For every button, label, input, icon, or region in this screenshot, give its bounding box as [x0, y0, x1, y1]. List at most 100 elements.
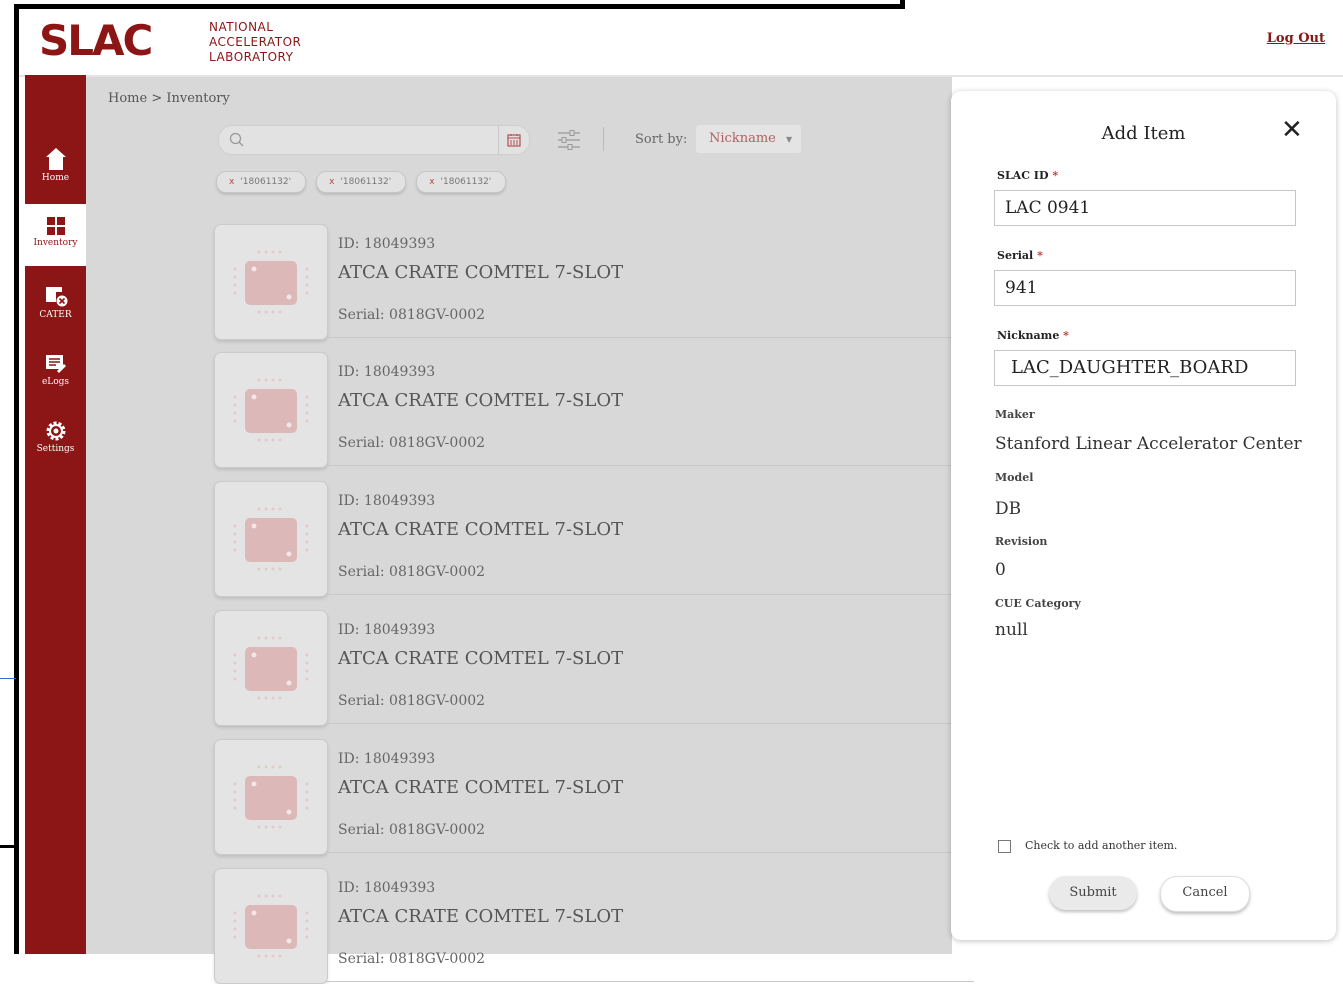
item-name: ATCA CRATE COMTEL 7-SLOT [338, 906, 624, 927]
chip-remove-icon[interactable]: x [429, 177, 434, 187]
chip-remove-icon[interactable]: x [229, 177, 234, 187]
cue-category-label: CUE Category [995, 597, 1081, 610]
logo-line-2: ACCELERATOR [209, 35, 302, 49]
slac-logo[interactable]: SLAC [39, 19, 153, 63]
slac-id-label-text: SLAC ID [997, 169, 1049, 182]
chip-placeholder-icon [233, 378, 309, 442]
inventory-card[interactable]: ID: 18049393 ATCA CRATE COMTEL 7-SLOT Seri… [214, 739, 974, 855]
sidebar-label-settings: Settings [36, 444, 75, 454]
revision-label: Revision [995, 535, 1048, 548]
frame-line-left [14, 4, 19, 954]
item-thumbnail [214, 352, 328, 468]
card-divider [326, 337, 974, 338]
item-serial: Serial: 0818GV-0002 [338, 435, 486, 451]
filter-chip[interactable]: x '18061132' [316, 171, 407, 193]
sort-label: Sort by: [635, 132, 688, 147]
app-header: SLAC NATIONAL ACCELERATOR LABORATORY Log… [19, 9, 1343, 77]
item-id: ID: 18049393 [338, 880, 436, 896]
logo-line-3: LABORATORY [209, 50, 294, 64]
serial-label: Serial * [997, 249, 1043, 262]
model-value: DB [995, 499, 1022, 519]
card-divider [326, 852, 974, 853]
item-thumbnail [214, 610, 328, 726]
inventory-card[interactable]: ID: 18049393 ATCA CRATE COMTEL 7-SLOT Seri… [214, 352, 974, 468]
inventory-card[interactable]: ID: 18049393 ATCA CRATE COMTEL 7-SLOT Seri… [214, 610, 974, 726]
sidebar-item-inventory[interactable]: Inventory [25, 204, 86, 266]
chip-placeholder-icon [233, 507, 309, 571]
add-item-panel: Add Item ✕ SLAC ID * LAC 0941 Serial * 9… [951, 91, 1336, 940]
sidebar-item-elogs[interactable]: eLogs [25, 340, 86, 402]
card-divider [326, 465, 974, 466]
sidebar-label-cater: CATER [39, 310, 72, 320]
sort-value: Nickname [709, 131, 776, 146]
nickname-field[interactable]: LAC_DAUGHTER_BOARD [994, 350, 1296, 386]
serial-field[interactable]: 941 [994, 270, 1296, 306]
sidebar-item-cater[interactable]: CATER [25, 272, 86, 334]
sidebar-item-home[interactable]: Home [25, 137, 86, 199]
home-icon [45, 148, 66, 170]
frame-line-notch [900, 0, 905, 9]
sidebar-label-elogs: eLogs [41, 377, 70, 387]
add-another-label: Check to add another item. [1025, 839, 1178, 852]
item-name: ATCA CRATE COMTEL 7-SLOT [338, 777, 624, 798]
filter-chip[interactable]: x '18061132' [416, 171, 507, 193]
search-input[interactable] [218, 125, 530, 155]
item-serial: Serial: 0818GV-0002 [338, 951, 486, 967]
item-id: ID: 18049393 [338, 364, 436, 380]
inventory-card[interactable]: ID: 18049393 ATCA CRATE COMTEL 7-SLOT Seri… [214, 868, 974, 984]
item-serial: Serial: 0818GV-0002 [338, 822, 486, 838]
maker-value: Stanford Linear Accelerator Center [995, 434, 1302, 454]
add-another-checkbox[interactable] [998, 840, 1011, 853]
card-divider [326, 594, 974, 595]
frame-line-blue [0, 678, 16, 679]
item-thumbnail [214, 739, 328, 855]
item-id: ID: 18049393 [338, 751, 436, 767]
item-name: ATCA CRATE COMTEL 7-SLOT [338, 519, 624, 540]
inventory-card[interactable]: ID: 18049393 ATCA CRATE COMTEL 7-SLOT Seri… [214, 481, 974, 597]
inventory-content: Home > Inventory Sort by: Nickname ▼ x '1… [86, 77, 974, 984]
close-button[interactable]: ✕ [1281, 115, 1303, 145]
logo-subtitle: NATIONAL ACCELERATOR LABORATORY [209, 20, 301, 65]
item-id: ID: 18049393 [338, 236, 436, 252]
item-serial: Serial: 0818GV-0002 [338, 564, 486, 580]
maker-label: Maker [995, 408, 1035, 421]
required-marker: * [1063, 329, 1069, 342]
item-name: ATCA CRATE COMTEL 7-SLOT [338, 390, 624, 411]
item-thumbnail [214, 224, 328, 340]
sidebar-item-settings[interactable]: Settings [25, 408, 86, 470]
item-name: ATCA CRATE COMTEL 7-SLOT [338, 648, 624, 669]
chip-placeholder-icon [233, 894, 309, 958]
cater-icon [45, 287, 67, 307]
filter-sliders-icon[interactable] [556, 129, 582, 151]
nickname-label-text: Nickname [997, 329, 1060, 342]
filter-chips: x '18061132' x '18061132' x '18061132' [216, 171, 507, 193]
serial-label-text: Serial [997, 249, 1034, 262]
sidebar-label-home: Home [41, 173, 70, 183]
submit-button[interactable]: Submit [1049, 876, 1137, 910]
grid-icon [46, 217, 65, 235]
slac-id-field[interactable]: LAC 0941 [994, 190, 1296, 226]
inventory-card[interactable]: ID: 18049393 ATCA CRATE COMTEL 7-SLOT Seri… [214, 224, 974, 340]
chip-placeholder-icon [233, 765, 309, 829]
logout-link[interactable]: Log Out [1267, 31, 1325, 46]
panel-title: Add Item [1101, 123, 1186, 144]
sidebar: Home Inventory CATER eLogs Settings [25, 75, 86, 954]
item-name: ATCA CRATE COMTEL 7-SLOT [338, 262, 624, 283]
item-thumbnail [214, 868, 328, 984]
cue-category-value: null [995, 620, 1028, 640]
required-marker: * [1037, 249, 1043, 262]
chip-text: '18061132' [340, 177, 392, 187]
chip-placeholder-icon [233, 250, 309, 314]
item-serial: Serial: 0818GV-0002 [338, 307, 486, 323]
gear-icon [46, 421, 65, 441]
revision-value: 0 [995, 560, 1006, 580]
item-id: ID: 18049393 [338, 622, 436, 638]
breadcrumb[interactable]: Home > Inventory [108, 91, 230, 106]
cancel-button[interactable]: Cancel [1160, 876, 1250, 912]
sort-select[interactable]: Nickname ▼ [696, 125, 801, 153]
slac-id-label: SLAC ID * [997, 169, 1058, 182]
calendar-icon[interactable] [498, 126, 529, 154]
chip-remove-icon[interactable]: x [329, 177, 334, 187]
filter-chip[interactable]: x '18061132' [216, 171, 307, 193]
search-icon [229, 132, 244, 147]
